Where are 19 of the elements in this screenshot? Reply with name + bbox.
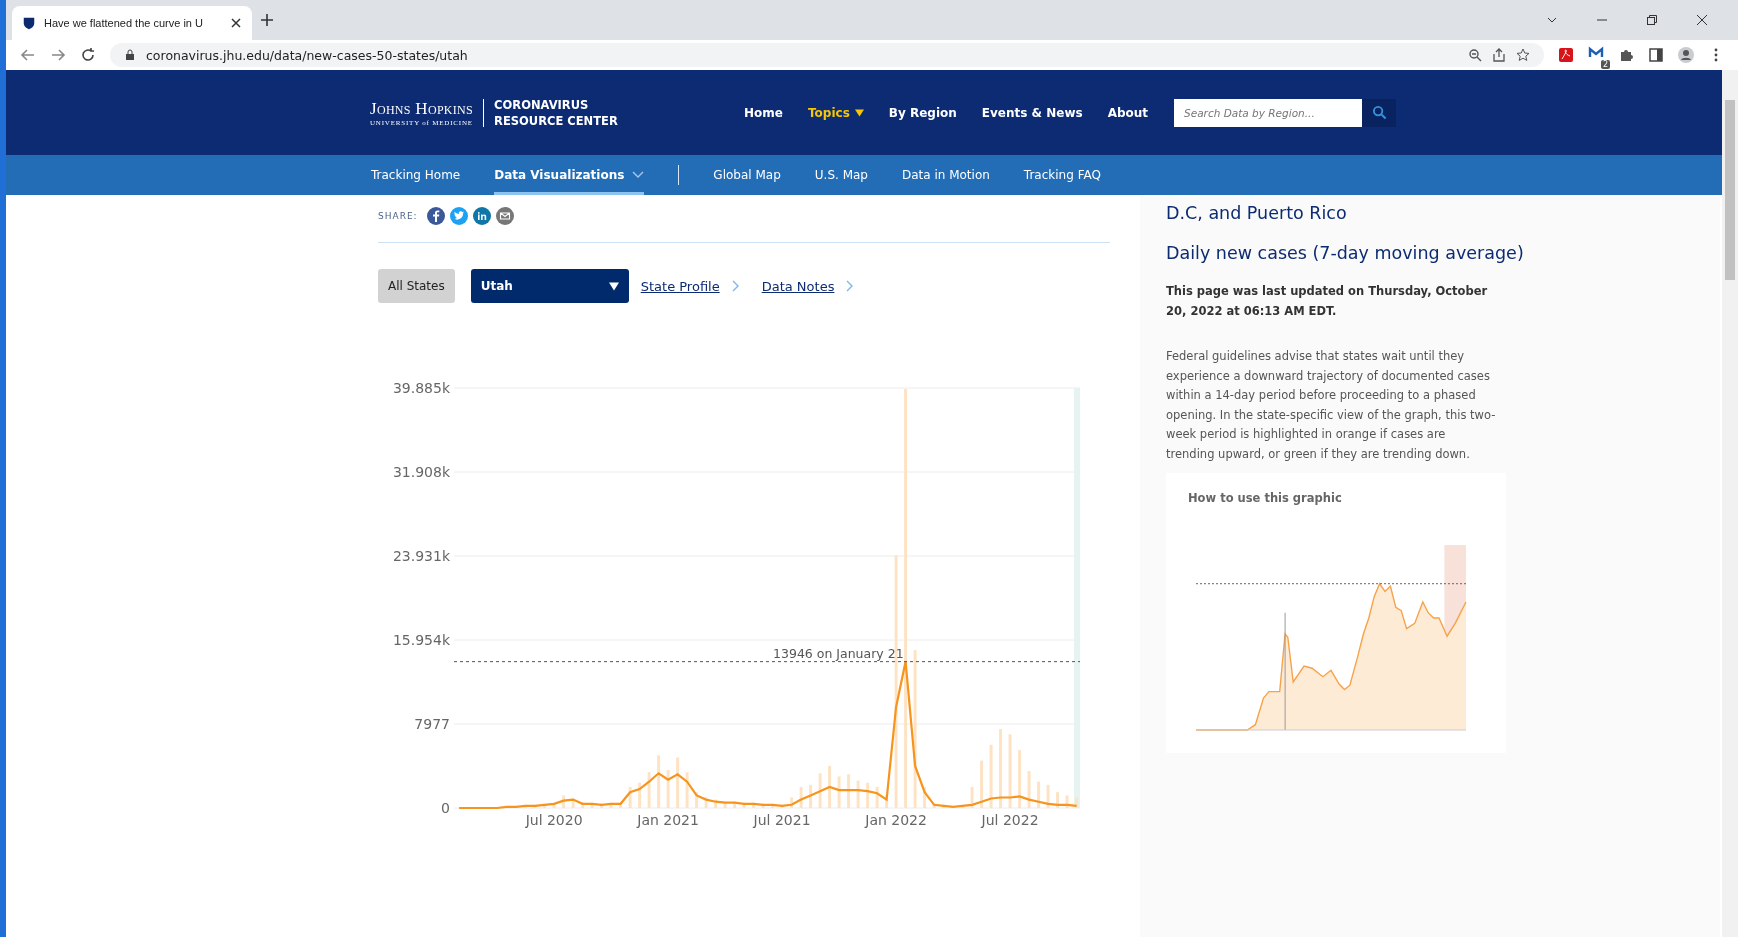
y-axis-label: 0 xyxy=(441,800,450,816)
infographic-title: How to use this graphic xyxy=(1188,491,1343,505)
x-axis-label: Jan 2021 xyxy=(637,812,699,828)
y-axis-label: 23.931k xyxy=(392,548,450,564)
x-axis-label: Jul 2020 xyxy=(525,812,583,828)
x-axis-label: Jan 2022 xyxy=(865,812,927,828)
y-axis-label: 15.954k xyxy=(392,632,450,648)
panel-heading: D.C, and Puerto Rico xyxy=(1166,203,1348,223)
update-notice: This page was last updated on Thursday, October 20, 2022 at 06:13 AM EDT. xyxy=(1166,283,1489,320)
extension-badge: 2 xyxy=(1600,60,1610,69)
x-axis-label: Jul 2022 xyxy=(981,812,1039,828)
y-axis-label: 31.908k xyxy=(392,464,450,480)
y-axis-label: 7977 xyxy=(414,716,450,732)
x-axis-label: Jul 2021 xyxy=(753,812,811,828)
share-label: SHARE: xyxy=(378,211,418,221)
panel-subheading: Daily new cases (7-day moving average) xyxy=(1166,243,1525,263)
description-paragraph: Federal guidelines advise that states wait until they experience a downward trajectory of documented cases within a 14-day period before proceeding to a phased opening. In the state-specific view of the graph, this two-week period is highlighted in orange if cases are trending upward, or green if they are trending down. xyxy=(1166,348,1496,463)
peak-label: 13946 on January 21 xyxy=(773,645,904,661)
y-axis-label: 39.885k xyxy=(392,380,450,396)
